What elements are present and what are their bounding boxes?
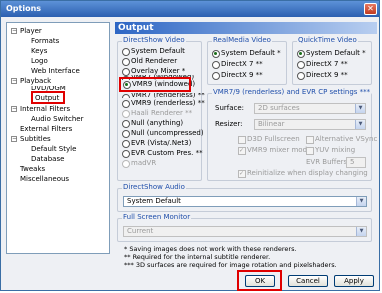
resizer-value: Bilinear [258, 120, 285, 128]
resizer-label: Resizer: [215, 120, 243, 128]
directshow-audio-group: DirectShow Audio System Default ▼ [117, 183, 372, 212]
group-label: RealMedia Video [212, 36, 272, 44]
group-label: DirectShow Audio [122, 183, 186, 191]
title-bar[interactable]: Options ✕ [1, 1, 379, 17]
audio-renderer-value: System Default [127, 197, 181, 205]
collapse-icon[interactable]: − [11, 136, 17, 142]
radio-qt-directx9[interactable]: DirectX 9 ** [297, 71, 348, 80]
collapse-icon[interactable]: − [11, 78, 17, 84]
apply-button[interactable]: Apply [334, 275, 374, 287]
options-tree[interactable]: − Player Formats Keys Logo Web Interface… [6, 22, 110, 254]
chevron-down-icon: ▼ [356, 227, 366, 236]
radio-null-anything[interactable]: Null (anything) [122, 119, 183, 128]
monitor-value: Current [127, 227, 154, 235]
tree-item-player[interactable]: Player [20, 26, 42, 36]
radio-vmr9-renderless[interactable]: VMR9 (renderless) ** [122, 99, 205, 108]
surface-value: 2D surfaces [258, 104, 300, 112]
surface-label: Surface: [215, 104, 245, 112]
tree-item-tweaks[interactable]: Tweaks [20, 164, 45, 174]
radio-rm-directx9[interactable]: DirectX 9 ** [212, 71, 263, 80]
radio-old-renderer[interactable]: Old Renderer [122, 57, 177, 66]
radio-evr[interactable]: EVR (Vista/.Net3) [122, 139, 191, 148]
tree-item-formats[interactable]: Formats [31, 36, 59, 46]
resizer-select[interactable]: Bilinear ▼ [254, 119, 366, 130]
close-icon[interactable]: ✕ [364, 3, 377, 15]
radio-qt-directx7[interactable]: DirectX 7 ** [297, 60, 348, 69]
audio-renderer-select[interactable]: System Default ▼ [123, 196, 367, 207]
evr-buffers-value: 5 [350, 158, 355, 166]
reinitialize-checkbox[interactable]: Reinitialize when display changing [238, 169, 368, 178]
radio-system-default[interactable]: System Default [122, 47, 185, 56]
radio-null-uncompressed[interactable]: Null (uncompressed) [122, 129, 204, 138]
tree-item-default-style[interactable]: Default Style [31, 144, 76, 154]
tree-item-audio-switcher[interactable]: Audio Switcher [31, 114, 83, 124]
collapse-icon[interactable]: − [11, 106, 17, 112]
vmr9-highlight [119, 77, 191, 92]
tree-item-miscellaneous[interactable]: Miscellaneous [20, 174, 69, 184]
alternative-vsync-checkbox[interactable]: Alternative VSync [306, 135, 377, 144]
evr-buffers-spinner[interactable]: 5 [346, 157, 366, 168]
output-highlight [31, 91, 65, 104]
note-3: *** 3D surfaces are required for image r… [124, 261, 337, 269]
cancel-button[interactable]: Cancel [288, 275, 328, 287]
group-label: DirectShow Video [122, 36, 186, 44]
fullscreen-monitor-group: Full Screen Monitor Current ▼ [117, 213, 372, 242]
radio-rm-directx7[interactable]: DirectX 7 ** [212, 60, 263, 69]
tree-item-database[interactable]: Database [31, 154, 64, 164]
quicktime-video-group: QuickTime Video System Default * DirectX… [292, 36, 372, 85]
group-label: Full Screen Monitor [122, 213, 192, 221]
collapse-icon[interactable]: − [11, 28, 17, 34]
d3d-fullscreen-checkbox[interactable]: D3D Fullscreen [238, 135, 300, 144]
radio-haali-renderer[interactable]: Haali Renderer ** [122, 109, 192, 118]
tree-item-keys[interactable]: Keys [31, 46, 47, 56]
radio-rm-system-default[interactable]: System Default * [212, 49, 281, 58]
monitor-select[interactable]: Current ▼ [123, 226, 367, 237]
chevron-down-icon: ▼ [355, 104, 365, 113]
evr-buffers-label: EVR Buffers: [306, 158, 350, 166]
window-title: Options [6, 4, 42, 13]
radio-vmr7-renderless[interactable]: VMR7 (renderless) ** [122, 93, 205, 98]
chevron-down-icon: ▼ [355, 120, 365, 129]
tree-item-web-interface[interactable]: Web Interface [31, 66, 80, 76]
group-label: QuickTime Video [297, 36, 358, 44]
page-title: Output [115, 22, 377, 34]
chevron-down-icon: ▼ [356, 197, 366, 206]
ok-highlight [237, 270, 282, 291]
radio-qt-system-default[interactable]: System Default * [297, 49, 366, 58]
vmr9-mixer-checkbox[interactable]: VMR9 mixer mode [238, 146, 311, 155]
tree-item-external-filters[interactable]: External Filters [20, 124, 72, 134]
group-label: VMR7/9 (renderless) and EVR CP settings … [212, 88, 372, 96]
options-window: Options ✕ − Player Formats Keys Logo Web… [0, 0, 380, 291]
realmedia-video-group: RealMedia Video System Default * DirectX… [207, 36, 287, 85]
tree-item-subtitles[interactable]: Subtitles [20, 134, 51, 144]
tree-item-playback[interactable]: Playback [20, 76, 51, 86]
directshow-video-group: DirectShow Video System Default Old Rend… [117, 36, 205, 181]
output-page: Output DirectShow Video System Default O… [115, 22, 377, 269]
tree-item-internal-filters[interactable]: Internal Filters [20, 104, 70, 114]
vmr-settings-group: VMR7/9 (renderless) and EVR CP settings … [207, 88, 377, 181]
surface-select[interactable]: 2D surfaces ▼ [254, 103, 366, 114]
tree-item-logo[interactable]: Logo [31, 56, 48, 66]
radio-madvr[interactable]: madVR [122, 159, 156, 168]
radio-evr-custom[interactable]: EVR Custom Pres. ** [122, 149, 203, 158]
yuv-mixing-checkbox[interactable]: YUV mixing [306, 146, 355, 155]
